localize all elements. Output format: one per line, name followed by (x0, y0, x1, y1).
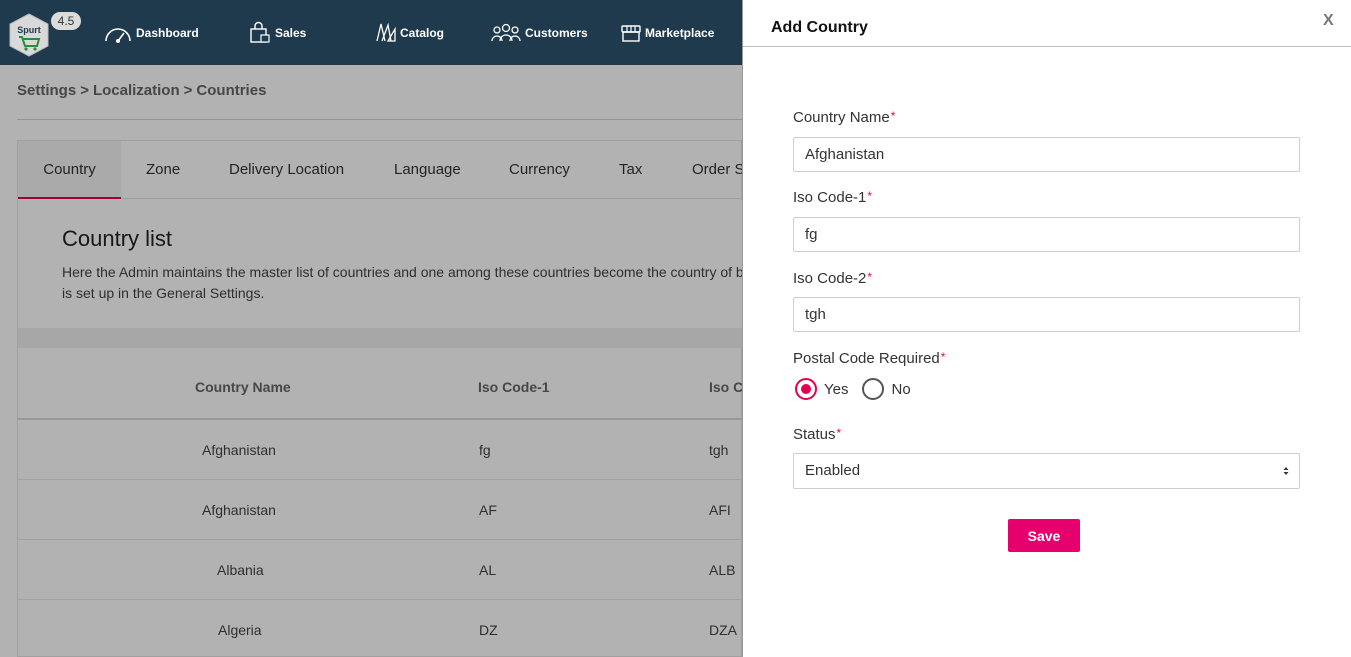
shopping-bag-icon (250, 21, 270, 43)
modal-backdrop[interactable] (0, 65, 742, 657)
version-badge: 4.5 (51, 12, 81, 30)
postal-code-label: Postal Code Required* (793, 350, 945, 367)
nav-catalog[interactable]: Catalog (375, 20, 444, 46)
iso-code-2-input[interactable] (793, 297, 1300, 332)
iso-code-1-label: Iso Code-1* (793, 189, 872, 206)
nav-dashboard-label: Dashboard (136, 26, 199, 40)
postal-code-no-label[interactable]: No (891, 381, 910, 398)
country-name-label: Country Name* (793, 109, 895, 126)
add-country-panel: Add Country X Country Name* Iso Code-1* … (742, 0, 1351, 657)
spurt-logo-icon[interactable]: Spurt (8, 13, 50, 57)
nav-sales-label: Sales (275, 26, 307, 40)
nav-sales[interactable]: Sales (248, 20, 306, 46)
postal-code-radio-group: Yes No (795, 378, 911, 400)
iso-code-2-label: Iso Code-2* (793, 270, 872, 287)
country-name-label-text: Country Name (793, 109, 890, 126)
required-mark: * (940, 350, 946, 364)
postal-code-yes-label[interactable]: Yes (824, 381, 848, 398)
nav-dashboard[interactable]: Dashboard (103, 20, 199, 46)
select-arrows-icon (1283, 454, 1289, 488)
iso-code-1-input[interactable] (793, 217, 1300, 252)
status-label-text: Status (793, 426, 836, 443)
logo-text: Spurt (17, 25, 41, 35)
panel-title: Add Country (771, 19, 868, 36)
users-icon (491, 23, 521, 42)
nav-customers[interactable]: Customers (490, 20, 588, 46)
postal-code-yes-radio[interactable] (795, 378, 817, 400)
gauge-icon (105, 28, 131, 43)
catalog-icon (376, 22, 396, 42)
country-name-input[interactable] (793, 137, 1300, 172)
save-button[interactable]: Save (1008, 519, 1080, 552)
iso-code-2-label-text: Iso Code-2 (793, 270, 867, 287)
required-mark: * (836, 426, 842, 440)
store-icon (621, 25, 641, 42)
close-button[interactable]: X (1323, 12, 1334, 30)
required-mark: * (867, 270, 873, 284)
status-select-value: Enabled (805, 462, 861, 479)
nav-catalog-label: Catalog (400, 26, 445, 40)
status-select[interactable]: Enabled (793, 453, 1300, 489)
required-mark: * (867, 189, 873, 203)
nav-marketplace-label: Marketplace (645, 26, 715, 40)
iso-code-1-label-text: Iso Code-1 (793, 189, 867, 206)
nav-customers-label: Customers (525, 26, 588, 40)
status-label: Status* (793, 426, 841, 443)
postal-code-label-text: Postal Code Required (793, 350, 940, 367)
required-mark: * (890, 109, 896, 123)
postal-code-no-radio[interactable] (862, 378, 885, 400)
panel-header-divider (743, 46, 1351, 47)
nav-marketplace[interactable]: Marketplace (620, 20, 714, 46)
